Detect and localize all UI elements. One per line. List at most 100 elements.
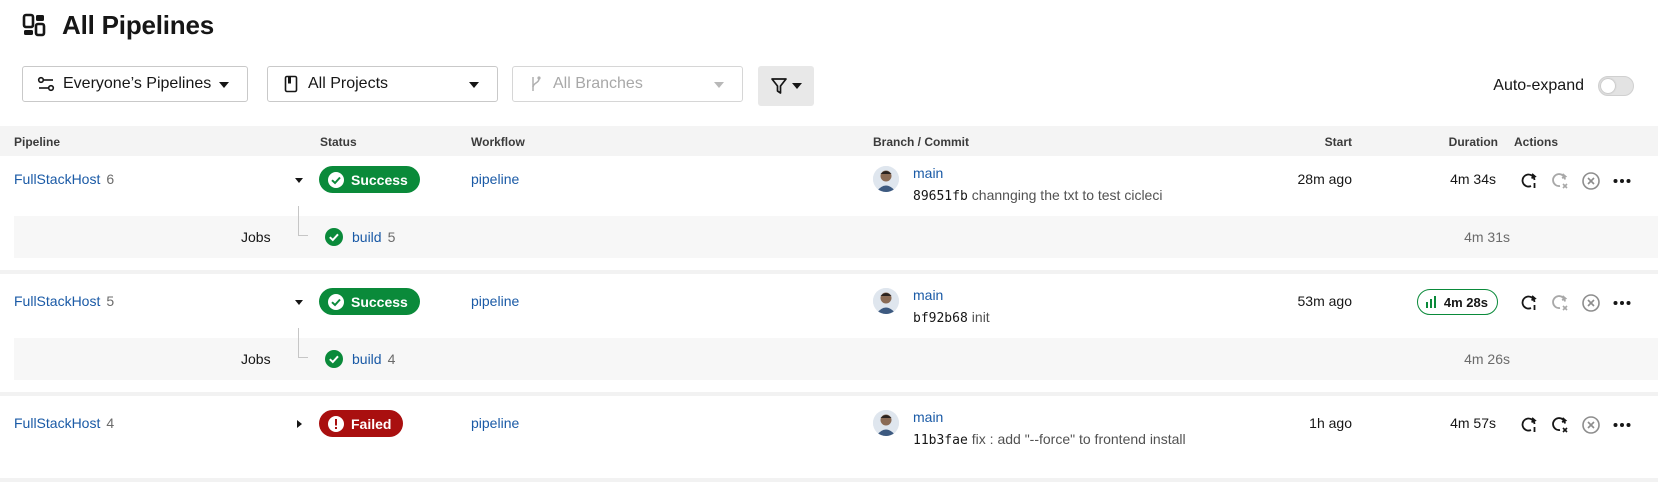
funnel-icon (771, 78, 787, 94)
rerun-failed-icon[interactable] (1549, 292, 1571, 314)
pipelines-filter-icon (37, 75, 55, 93)
branch-icon (527, 75, 545, 93)
col-branch-commit: Branch / Commit (873, 135, 970, 149)
start-time: 53m ago (1297, 293, 1352, 309)
workflow-link[interactable]: pipeline (471, 415, 519, 431)
filter-bar: Everyone’s Pipelines All Projects All Br… (22, 66, 1658, 106)
exclamation-circle-icon (328, 415, 344, 432)
chevron-down-icon (219, 82, 229, 88)
row-actions (1518, 292, 1642, 314)
col-start: Start (1324, 135, 1352, 149)
jobs-label: Jobs (241, 229, 271, 245)
chevron-down-icon (714, 82, 724, 88)
auto-expand-label: Auto-expand (1493, 77, 1584, 94)
rerun-icon[interactable] (1518, 414, 1540, 436)
cancel-icon[interactable] (1580, 414, 1602, 436)
branch-link[interactable]: main (913, 287, 943, 303)
col-status: Status (320, 135, 357, 149)
jobs-label: Jobs (241, 351, 271, 367)
commit-message: init (971, 309, 990, 325)
page-header: All Pipelines (22, 8, 214, 42)
commit-sha[interactable]: 89651fb (913, 189, 968, 204)
tree-connector (298, 328, 308, 358)
workflow-link[interactable]: pipeline (471, 171, 519, 187)
branch-link[interactable]: main (913, 165, 943, 181)
commit-sha[interactable]: 11b3fae (913, 433, 968, 448)
job-number: 4 (387, 351, 396, 367)
auto-expand-toggle[interactable] (1598, 76, 1634, 96)
cancel-icon[interactable] (1580, 292, 1602, 314)
check-circle-icon (325, 228, 343, 246)
duration-insights-pill[interactable]: 4m 28s (1416, 289, 1498, 315)
table-header: Pipeline Status Workflow Branch / Commit… (0, 126, 1658, 156)
col-pipeline: Pipeline (14, 135, 61, 149)
col-actions: Actions (1514, 135, 1559, 149)
job-duration: 4m 26s (1464, 351, 1510, 367)
projects-dropdown[interactable]: All Projects (267, 66, 498, 102)
avatar (873, 166, 899, 192)
col-duration: Duration (1448, 135, 1498, 149)
pipeline-row: FullStackHost 5 Success pipeline main bf9… (0, 280, 1658, 334)
pipelines-scope-dropdown[interactable]: Everyone’s Pipelines (22, 66, 248, 102)
pipeline-link[interactable]: FullStackHost 6 (14, 171, 114, 187)
row-actions (1518, 414, 1642, 436)
job-duration: 4m 31s (1464, 229, 1510, 245)
book-icon (282, 75, 300, 93)
jobs-row: Jobs build 5 4m 31s (14, 206, 1658, 258)
commit-message: channging the txt to test cicleci (971, 187, 1163, 203)
row-separator (0, 478, 1658, 482)
advanced-filter-button[interactable] (758, 66, 814, 106)
rerun-icon[interactable] (1518, 170, 1540, 192)
pipeline-row: FullStackHost 6 Success pipeline main 896… (0, 158, 1658, 212)
check-circle-icon (328, 293, 344, 310)
row-actions (1518, 170, 1642, 192)
pipeline-row: FullStackHost 4 Failed pipeline main 11b3… (0, 402, 1658, 456)
rerun-failed-icon[interactable] (1549, 170, 1571, 192)
col-workflow: Workflow (471, 135, 525, 149)
commit-message: fix : add "--force" to frontend install (971, 431, 1186, 447)
workflow-link[interactable]: pipeline (471, 293, 519, 309)
chevron-down-icon (792, 83, 802, 89)
pipeline-link[interactable]: FullStackHost 5 (14, 293, 114, 309)
rerun-icon[interactable] (1518, 292, 1540, 314)
expand-toggle-icon[interactable] (295, 300, 303, 305)
rerun-failed-icon[interactable] (1549, 414, 1571, 436)
jobs-row: Jobs build 4 4m 26s (14, 328, 1658, 380)
branch-link[interactable]: main (913, 409, 943, 425)
status-badge[interactable]: Success (319, 166, 420, 193)
check-circle-icon (325, 350, 343, 368)
expand-toggle-icon[interactable] (297, 420, 302, 428)
expand-toggle-icon[interactable] (295, 178, 303, 183)
row-separator (0, 270, 1658, 274)
branches-value: All Branches (553, 75, 643, 92)
duration: 4m 57s (1450, 415, 1496, 431)
commit-info: bf92b68 init (913, 309, 990, 326)
job-link[interactable]: build 4 (352, 351, 395, 367)
dashboard-icon (22, 13, 46, 37)
row-separator (0, 392, 1658, 396)
job-link[interactable]: build 5 (352, 229, 395, 245)
page-title: All Pipelines (62, 9, 215, 40)
more-icon[interactable] (1611, 170, 1633, 192)
cancel-icon[interactable] (1580, 170, 1602, 192)
chevron-down-icon (469, 82, 479, 88)
pipelines-scope-value: Everyone’s Pipelines (63, 75, 212, 92)
commit-info: 89651fb channging the txt to test cicleci (913, 187, 1162, 204)
bar-chart-icon (1425, 296, 1436, 308)
pipeline-number: 6 (106, 171, 115, 187)
start-time: 1h ago (1309, 415, 1352, 431)
status-badge[interactable]: Failed (319, 410, 404, 437)
pipeline-number: 4 (106, 415, 115, 431)
commit-info: 11b3fae fix : add "--force" to frontend i… (913, 431, 1186, 448)
start-time: 28m ago (1297, 171, 1352, 187)
pipeline-link[interactable]: FullStackHost 4 (14, 415, 114, 431)
job-number: 5 (387, 229, 396, 245)
duration: 4m 34s (1450, 171, 1496, 187)
more-icon[interactable] (1611, 292, 1633, 314)
auto-expand-control: Auto-expand (1493, 76, 1634, 96)
more-icon[interactable] (1611, 414, 1633, 436)
pipeline-number: 5 (106, 293, 115, 309)
branches-dropdown[interactable]: All Branches (512, 66, 743, 102)
status-badge[interactable]: Success (319, 288, 420, 315)
commit-sha[interactable]: bf92b68 (913, 311, 968, 326)
